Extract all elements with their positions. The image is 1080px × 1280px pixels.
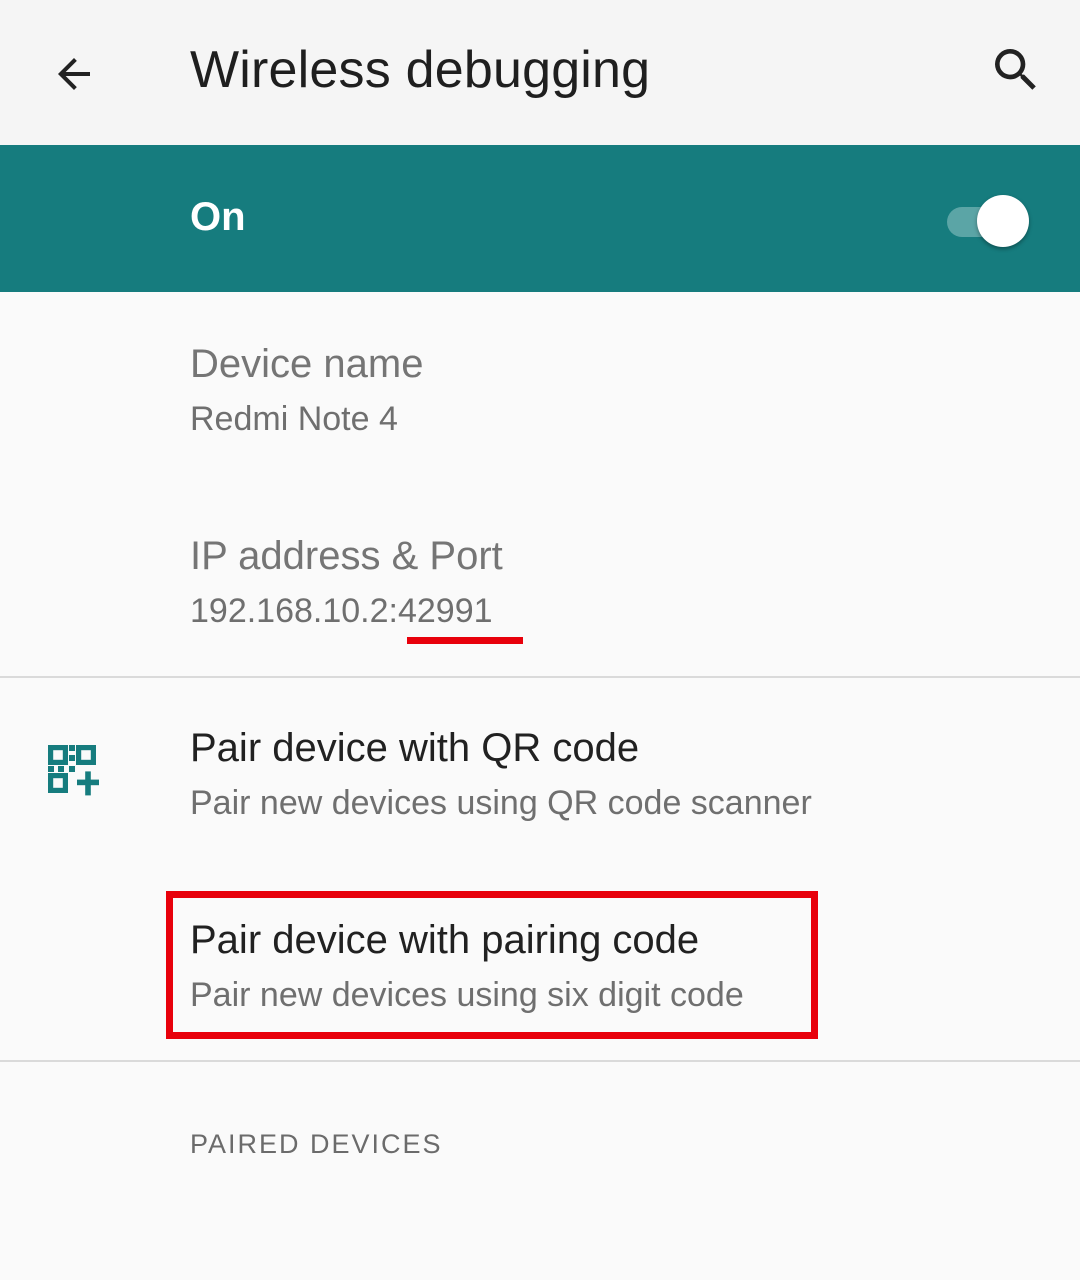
port-underline-annotation xyxy=(407,637,523,644)
pair-qr-title: Pair device with QR code xyxy=(190,726,640,770)
pair-with-pairing-code-item[interactable]: Pair device with pairing code Pair new d… xyxy=(0,868,1080,1060)
qr-code-add-icon xyxy=(48,745,99,796)
arrow-back-icon xyxy=(58,58,90,90)
back-button[interactable] xyxy=(34,34,114,114)
wireless-debugging-master-switch[interactable]: On xyxy=(0,145,1080,292)
ip-address-port-preference[interactable]: IP address & Port 192.168.10.2:42991 xyxy=(0,482,1080,677)
on-off-toggle[interactable] xyxy=(945,195,1033,247)
device-name-title: Device name xyxy=(190,342,424,386)
search-icon xyxy=(995,49,1036,90)
pair-code-summary: Pair new devices using six digit code xyxy=(190,976,744,1014)
search-button[interactable] xyxy=(976,30,1056,110)
pair-qr-summary: Pair new devices using QR code scanner xyxy=(190,784,812,822)
toggle-thumb xyxy=(977,195,1029,247)
paired-devices-header: PAIRED DEVICES xyxy=(190,1129,443,1159)
device-name-preference[interactable]: Device name Redmi Note 4 xyxy=(0,292,1080,482)
ip-address-port-title: IP address & Port xyxy=(190,534,503,578)
ip-address-port-value: 192.168.10.2:42991 xyxy=(190,592,493,630)
master-switch-label: On xyxy=(190,195,246,239)
page-title: Wireless debugging xyxy=(190,41,651,99)
device-name-value: Redmi Note 4 xyxy=(190,400,398,438)
divider xyxy=(0,1060,1080,1062)
pair-code-title: Pair device with pairing code xyxy=(190,918,700,962)
pair-with-qr-code-item[interactable]: Pair device with QR code Pair new device… xyxy=(0,678,1080,868)
app-bar: Wireless debugging xyxy=(0,0,1080,145)
